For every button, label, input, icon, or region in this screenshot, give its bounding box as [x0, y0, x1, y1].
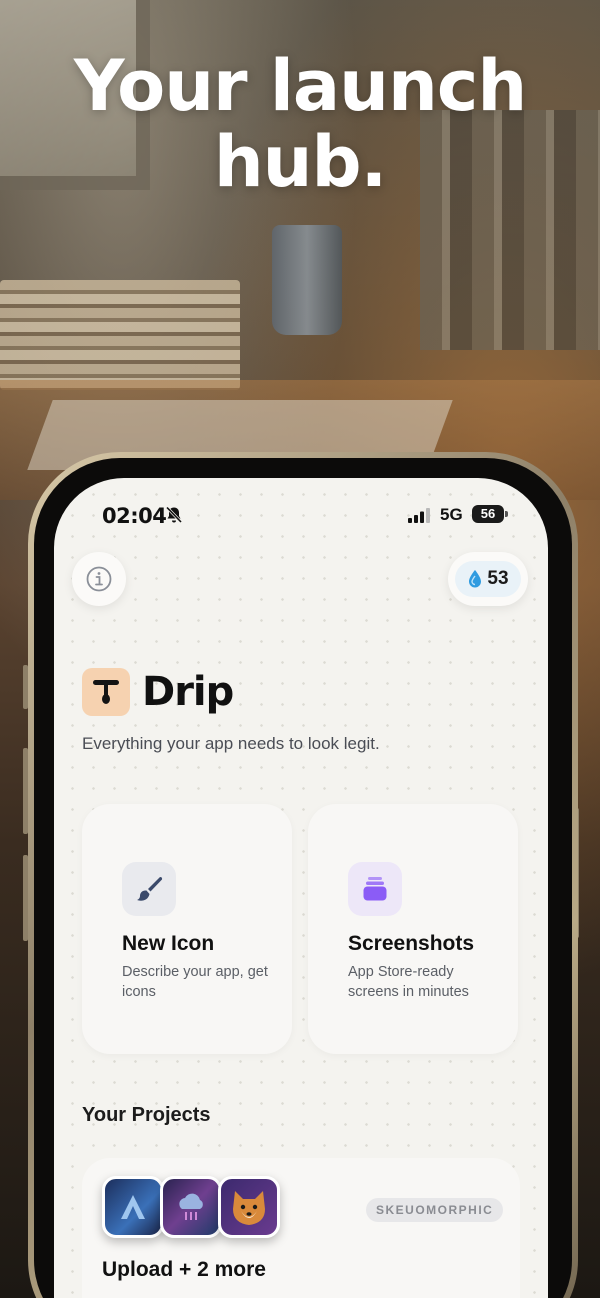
- background-pen-cup: [272, 225, 342, 335]
- drip-logo-icon: [82, 668, 130, 716]
- new-icon-title: New Icon: [122, 932, 215, 955]
- background-books: [0, 280, 240, 390]
- paintbrush-glyph: [137, 877, 163, 901]
- drip-logo-glyph: [93, 680, 119, 704]
- style-badge: SKEUOMORPHIC: [366, 1198, 504, 1222]
- projects-section-title: Your Projects: [82, 1104, 211, 1126]
- network-type: 5G: [440, 505, 463, 524]
- headline-line-1: Your launch: [73, 45, 527, 127]
- stack-glyph: [363, 877, 387, 901]
- new-icon-card[interactable]: New Icon Describe your app, get icons: [82, 804, 292, 1054]
- paintbrush-icon: [122, 862, 176, 916]
- drop-icon: [469, 570, 482, 588]
- shiba-glyph: [233, 1191, 265, 1225]
- headline-line-2: hub.: [213, 121, 387, 203]
- credits-button[interactable]: 53: [448, 552, 528, 606]
- project-thumbnail-1: [102, 1176, 164, 1238]
- signal-bars-icon: [408, 508, 430, 523]
- screenshots-card[interactable]: Screenshots App Store-ready screens in m…: [308, 804, 518, 1054]
- info-icon: [86, 566, 112, 592]
- project-thumbnail-3: [218, 1176, 280, 1238]
- letter-a-glyph: [121, 1195, 145, 1219]
- status-time: 02:04: [102, 504, 167, 528]
- bell-slash-icon: [165, 506, 183, 524]
- project-title: Upload + 2 more: [102, 1258, 266, 1281]
- screenshots-title: Screenshots: [348, 932, 475, 955]
- app-tagline: Everything your app needs to look legit.: [82, 734, 380, 753]
- battery-icon: 56: [472, 505, 508, 523]
- info-button[interactable]: [72, 552, 126, 606]
- project-card[interactable]: SKEUOMORPHIC Upload + 2 more: [82, 1158, 520, 1298]
- app-screen: 02:04 5G 56 53 Drip Everything your app …: [54, 478, 548, 1298]
- app-brand: Drip: [82, 668, 234, 716]
- app-name: Drip: [142, 669, 234, 715]
- credits-count: 53: [487, 568, 509, 589]
- new-icon-description: Describe your app, get icons: [122, 964, 268, 1000]
- cloud-glyph: [179, 1193, 203, 1220]
- screenshots-description: App Store-ready screens in minutes: [348, 964, 469, 1000]
- project-thumbnail-2: [160, 1176, 222, 1238]
- credits-pill: 53: [455, 561, 521, 597]
- marketing-headline: Your launch hub.: [0, 48, 600, 200]
- stack-icon: [348, 862, 402, 916]
